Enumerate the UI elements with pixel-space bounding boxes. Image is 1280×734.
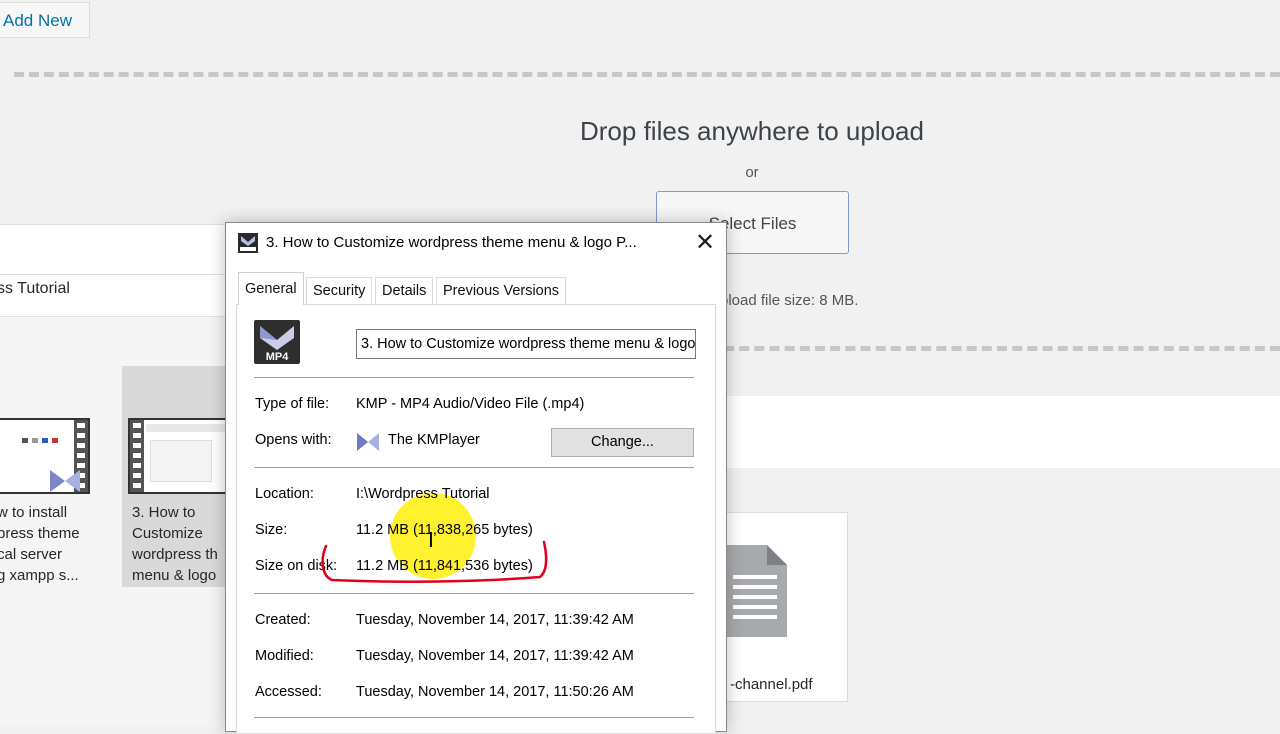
- media-item-label: w to install press theme cal server g xa…: [0, 504, 80, 584]
- panel-divider: [0, 274, 240, 275]
- red-underline-annotation: [321, 540, 548, 583]
- file-name-input[interactable]: 3. How to Customize wordpress theme menu…: [356, 329, 696, 359]
- divider: [254, 377, 694, 378]
- created-value: Tuesday, November 14, 2017, 11:39:42 AM: [356, 612, 634, 628]
- tab-security[interactable]: Security: [306, 277, 373, 304]
- kmplayer-overlay-icon: [50, 470, 80, 492]
- media-item-pdf[interactable]: [724, 512, 848, 702]
- video-thumbnail: [128, 418, 228, 494]
- type-of-file-label: Type of file:: [255, 396, 330, 412]
- general-tab-pane: [236, 304, 716, 734]
- accessed-label: Accessed:: [255, 684, 322, 700]
- size-value: 11.2 MB (11,838,265 bytes): [356, 522, 533, 538]
- document-icon: [727, 545, 787, 637]
- divider: [254, 593, 694, 594]
- accessed-value: Tuesday, November 14, 2017, 11:50:26 AM: [356, 684, 634, 700]
- add-new-button[interactable]: Add New: [0, 2, 90, 38]
- size-label: Size:: [255, 522, 288, 538]
- mp4-file-icon: [238, 233, 258, 253]
- type-of-file-value: KMP - MP4 Audio/Video File (.mp4): [356, 396, 585, 412]
- created-label: Created:: [255, 612, 311, 628]
- close-icon[interactable]: ✕: [694, 230, 716, 256]
- drop-zone-bottom-border: [724, 346, 1280, 351]
- drop-zone-top-border: [14, 72, 1280, 77]
- tab-general[interactable]: General: [238, 272, 304, 305]
- opens-with-label: Opens with:: [255, 432, 332, 448]
- tab-previous-versions[interactable]: Previous Versions: [436, 277, 567, 304]
- pdf-file-label: -channel.pdf: [730, 676, 813, 693]
- tab-details[interactable]: Details: [375, 277, 434, 304]
- location-value: I:\Wordpress Tutorial: [356, 486, 490, 502]
- media-item-label: 3. How to Customize wordpress th menu & …: [132, 504, 218, 584]
- kmplayer-icon: [357, 433, 379, 451]
- divider: [254, 717, 694, 718]
- max-upload-size-text: pload file size: 8 MB.: [720, 292, 859, 309]
- opens-with-value: The KMPlayer: [388, 432, 480, 448]
- folder-breadcrumb[interactable]: ss Tutorial: [0, 280, 70, 298]
- modified-label: Modified:: [255, 648, 314, 664]
- media-toolbar: [724, 396, 1280, 468]
- drop-zone-title: Drop files anywhere to upload: [580, 116, 924, 146]
- video-thumbnail: [0, 418, 90, 494]
- dialog-title: 3. How to Customize wordpress theme menu…: [266, 234, 637, 251]
- mp4-file-icon: MP4: [254, 320, 300, 364]
- divider: [254, 467, 694, 468]
- modified-value: Tuesday, November 14, 2017, 11:39:42 AM: [356, 648, 634, 664]
- svg-text:MP4: MP4: [266, 351, 290, 363]
- drop-zone-or: or: [745, 164, 759, 181]
- change-button[interactable]: Change...: [551, 428, 694, 457]
- location-label: Location:: [255, 486, 314, 502]
- thumbnail-preview-icon: [22, 438, 58, 443]
